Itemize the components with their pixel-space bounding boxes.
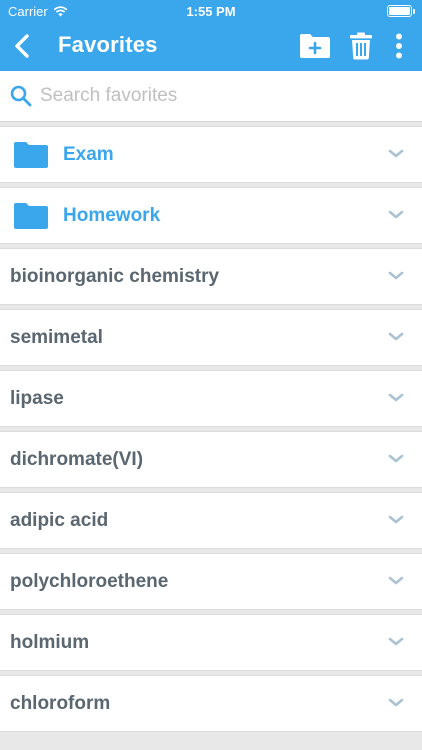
folder-icon: [13, 141, 49, 169]
nav-actions: [292, 28, 414, 64]
app-header: Carrier 1:55 PM Favorites: [0, 0, 422, 71]
more-options-button[interactable]: [384, 28, 414, 64]
navigation-bar: Favorites: [0, 22, 422, 71]
chevron-down-icon[interactable]: [388, 210, 404, 220]
battery-icon: [387, 5, 415, 17]
back-button[interactable]: [10, 28, 36, 64]
chevron-down-icon[interactable]: [388, 698, 404, 708]
chevron-down-icon[interactable]: [388, 454, 404, 464]
search-icon: [10, 85, 32, 107]
favorite-item-label: holmium: [10, 631, 90, 653]
favorite-item-label: polychloroethene: [10, 570, 169, 592]
chevron-down-icon[interactable]: [388, 637, 404, 647]
folder-icon: [13, 202, 49, 230]
chevron-down-icon[interactable]: [388, 271, 404, 281]
favorite-item[interactable]: bioinorganic chemistry: [0, 248, 422, 305]
chevron-down-icon[interactable]: [388, 576, 404, 586]
delete-button[interactable]: [338, 28, 384, 64]
status-bar: Carrier 1:55 PM: [0, 0, 422, 22]
chevron-down-icon[interactable]: [388, 515, 404, 525]
favorites-list: Exam Homework bioinorganic chemistry sem…: [0, 122, 422, 732]
chevron-down-icon[interactable]: [388, 332, 404, 342]
page-title: Favorites: [58, 32, 158, 57]
folder-label: Homework: [63, 204, 161, 226]
search-bar: [0, 71, 422, 122]
favorite-item[interactable]: holmium: [0, 614, 422, 671]
trash-icon: [350, 32, 372, 60]
favorite-item[interactable]: lipase: [0, 370, 422, 427]
favorite-item[interactable]: adipic acid: [0, 492, 422, 549]
favorite-item-label: adipic acid: [10, 509, 109, 531]
search-input[interactable]: [40, 85, 400, 107]
chevron-down-icon[interactable]: [388, 393, 404, 403]
folder-label: Exam: [63, 143, 114, 165]
favorite-item[interactable]: semimetal: [0, 309, 422, 366]
favorite-item[interactable]: chloroform: [0, 675, 422, 732]
new-folder-button[interactable]: [292, 28, 338, 64]
favorite-item-label: semimetal: [10, 326, 103, 348]
favorite-item-label: dichromate(VI): [10, 448, 144, 470]
favorite-item-label: chloroform: [10, 692, 111, 714]
favorite-item[interactable]: polychloroethene: [0, 553, 422, 610]
favorite-item-label: bioinorganic chemistry: [10, 265, 220, 287]
folder-row[interactable]: Homework: [0, 187, 422, 244]
folder-plus-icon: [300, 34, 330, 58]
favorite-item[interactable]: dichromate(VI): [0, 431, 422, 488]
status-time: 1:55 PM: [186, 4, 236, 19]
more-vertical-icon: [396, 33, 402, 59]
chevron-left-icon: [15, 34, 29, 58]
favorite-item-label: lipase: [10, 387, 64, 409]
folder-row[interactable]: Exam: [0, 126, 422, 183]
chevron-down-icon[interactable]: [388, 149, 404, 159]
